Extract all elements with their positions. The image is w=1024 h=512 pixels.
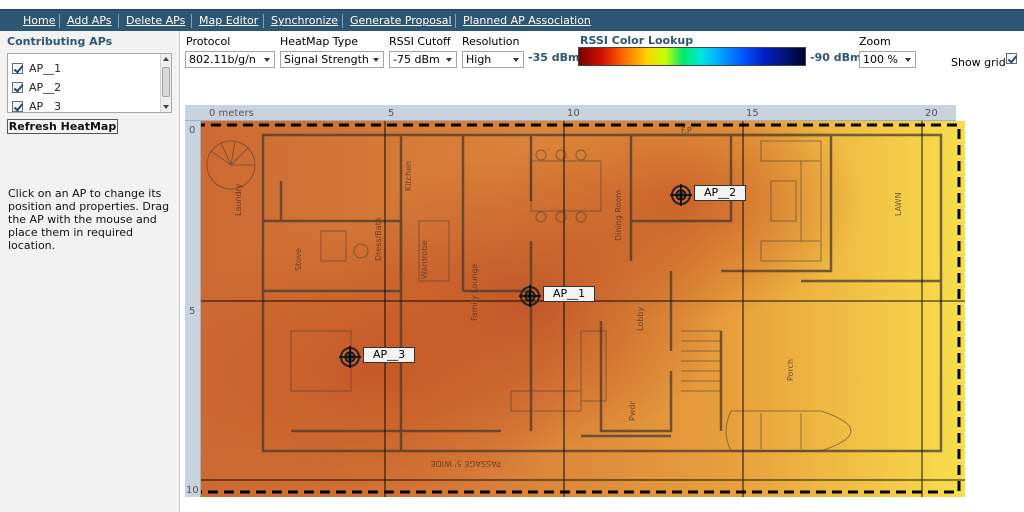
ruler-x: 0 meters 5 10 15 20 [185,105,956,121]
protocol-select[interactable]: 802.11b/g/n [185,51,275,68]
room-label-wardrobe: Wardrobe [420,240,429,279]
zoom-label: Zoom [859,35,891,48]
nav-add-aps-link[interactable]: Add APs [67,14,112,27]
ap-tag-label: AP__3 [363,347,416,363]
help-text: Click on an AP to change its position an… [8,187,170,252]
ap-list-item-label: AP__2 [29,80,62,94]
access-point-icon [339,346,361,368]
show-grid-label: Show grid [951,56,1006,69]
room-label-pwdr: Pwdr [628,401,637,421]
rssi-min-label: -35 dBm [528,51,580,64]
ap-list-item-label: AP__1 [29,61,62,75]
ap-list-item-ap1[interactable]: AP__1 [12,60,61,76]
rssi-max-label: -90 dBm [810,51,862,64]
left-panel: Contributing APs AP__1 AP__2 AP__3 Refre… [0,31,180,512]
heatmap-type-value: Signal Strength [284,53,369,66]
rssi-cutoff-value: -75 dBm [393,53,440,66]
access-point-icon [670,184,692,206]
nav-separator [59,14,60,28]
ap-tag-label: AP__2 [694,185,747,201]
heatmap-type-select[interactable]: Signal Strength [280,51,384,68]
ap-marker-ap2[interactable]: AP__2 [670,184,747,206]
heatmap-viewer: 0 meters 5 10 15 20 0 5 10 Laundry Kitch… [185,105,965,497]
ap3-checkbox[interactable] [12,100,23,112]
chevron-down-icon [446,58,452,62]
refresh-heatmap-button[interactable]: Refresh HeatMap [7,119,118,134]
ruler-x-tick: 20 [925,108,938,119]
scroll-up-icon[interactable] [163,57,169,61]
chevron-down-icon [905,58,911,62]
top-nav-bar: Home Add APs Delete APs Map Editor Synch… [0,9,1024,31]
ap-marker-ap3[interactable]: AP__3 [339,346,416,368]
ap-marker-ap1[interactable]: AP__1 [519,285,596,307]
floor-map-canvas[interactable]: Laundry Kitchen Dress/Bath Wardrobe Stov… [201,121,965,497]
floor-plan: Laundry Kitchen Dress/Bath Wardrobe Stov… [201,121,965,497]
ap-list-item-ap3[interactable]: AP__3 [12,98,62,113]
room-label-passage: PASSAGE 5' WIDE [430,459,501,468]
heatmap-type-label: HeatMap Type [280,35,359,48]
ruler-y-tick: 10 [186,485,199,496]
ap-tag-label: AP__1 [543,286,596,302]
nav-delete-aps-link[interactable]: Delete APs [126,14,185,27]
nav-separator [342,14,343,28]
room-label-laundry: Laundry [234,183,243,216]
scroll-down-icon[interactable] [163,105,169,109]
nav-home-link[interactable]: Home [23,14,55,27]
rssi-cutoff-select[interactable]: -75 dBm [389,51,457,68]
ap1-checkbox[interactable] [12,62,23,74]
room-label-lobby: Lobby [636,307,645,331]
chevron-down-icon [264,58,270,62]
nav-separator [191,14,192,28]
room-label-stove: Stove [294,248,303,271]
nav-map-editor-link[interactable]: Map Editor [199,14,258,27]
room-label-fp: F.P [681,126,692,135]
nav-separator [263,14,264,28]
ap-list-item-label: AP__3 [29,99,62,113]
room-label-porch: Porch [786,359,795,381]
nav-separator [455,14,456,28]
ruler-x-tick: 5 [388,108,395,119]
nav-separator [118,14,119,28]
rssi-color-lookup-title: RSSI Color Lookup [580,34,694,47]
room-label-dining-room: Dining Room [614,190,623,241]
ap2-checkbox[interactable] [12,81,23,93]
zoom-select[interactable]: 100 % [859,51,916,68]
rssi-color-scale [578,47,806,66]
protocol-value: 802.11b/g/n [189,53,256,66]
rssi-cutoff-label: RSSI Cutoff [389,35,451,48]
chevron-down-icon [513,58,519,62]
zoom-value: 100 % [863,53,898,66]
contributing-aps-title: Contributing APs [7,35,113,48]
ruler-y-tick: 5 [189,306,196,317]
ap-list: AP__1 AP__2 AP__3 [7,53,172,113]
room-label-family-lounge: Family Lounge [470,263,479,321]
protocol-label: Protocol [186,35,231,48]
ruler-y-tick: 0 [189,125,196,136]
ruler-x-tick: 10 [567,108,580,119]
resolution-value: High [466,53,492,66]
resolution-label: Resolution [462,35,520,48]
ruler-y: 0 5 10 [185,121,201,497]
scroll-thumb[interactable] [162,67,170,97]
ruler-x-tick: 15 [746,108,759,119]
room-label-lawn: LAWN [894,192,903,216]
room-label-dress-bath: Dress/Bath [374,217,383,261]
top-strip [0,0,1024,9]
room-label-kitchen: Kitchen [404,161,413,191]
resolution-select[interactable]: High [462,51,524,68]
nav-synchronize-link[interactable]: Synchronize [271,14,338,27]
ap-list-item-ap2[interactable]: AP__2 [12,79,61,95]
ruler-x-tick: 0 meters [209,108,254,119]
nav-planned-ap-association-link[interactable]: Planned AP Association [463,14,591,27]
ap-list-scrollbar[interactable] [160,54,171,112]
access-point-icon [519,285,541,307]
chevron-down-icon [373,58,379,62]
show-grid-checkbox[interactable] [1006,53,1017,64]
nav-generate-proposal-link[interactable]: Generate Proposal [350,14,452,27]
